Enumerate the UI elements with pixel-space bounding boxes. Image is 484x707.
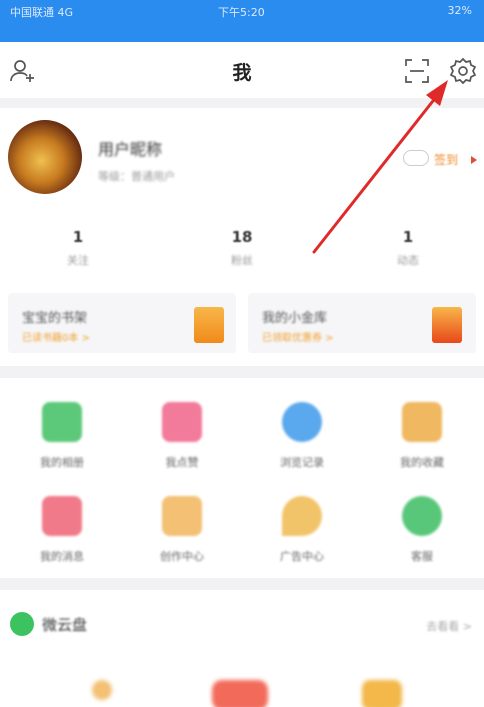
stat-label: 动态 <box>397 254 419 267</box>
clock-icon <box>282 402 322 442</box>
location-pin-icon <box>282 496 322 536</box>
book-icon <box>194 307 224 343</box>
peek-item-icon[interactable] <box>212 680 268 707</box>
gear-icon[interactable] <box>448 56 478 86</box>
grid-label: 创作中心 <box>160 550 204 563</box>
user-level: 等级：普通用户 <box>98 170 175 183</box>
section-title: 微云盘 <box>42 616 88 634</box>
scan-icon[interactable] <box>402 56 432 86</box>
grid-label: 浏览记录 <box>280 456 324 469</box>
stat-label: 关注 <box>67 254 89 267</box>
bookshelf-banner[interactable]: 宝宝的书架 已读书籍0本 > <box>8 293 236 353</box>
banner-subtitle: 已领取优惠券 > <box>262 333 334 344</box>
profile-card: 用户昵称 等级：普通用户 签到 1 关注 18 粉丝 1 动态 宝宝的书架 已读… <box>0 108 484 366</box>
grid-label: 我点赞 <box>165 456 199 469</box>
grid-label: 我的收藏 <box>400 456 444 469</box>
headset-icon <box>402 496 442 536</box>
folder-icon <box>402 402 442 442</box>
grid-label: 我的相册 <box>40 456 84 469</box>
grid-label: 我的消息 <box>40 550 84 563</box>
banner-subtitle: 已读书籍0本 > <box>22 333 90 344</box>
stat-fans[interactable]: 18 粉丝 <box>182 228 302 268</box>
grid-label: 广告中心 <box>280 550 324 563</box>
stat-num: 1 <box>402 228 414 246</box>
banner-title: 我的小金库 <box>262 311 328 326</box>
status-carrier: 中国联通 4G <box>10 6 74 19</box>
wallet-banner[interactable]: 我的小金库 已领取优惠券 > <box>248 293 476 353</box>
grid-item-service[interactable]: 客服 <box>362 488 482 578</box>
grid-item-messages[interactable]: 我的消息 <box>2 488 122 578</box>
grid-item-creator[interactable]: 创作中心 <box>122 488 242 578</box>
cloud-icon <box>10 612 34 636</box>
top-header: 我 <box>0 42 484 98</box>
status-battery: 32% <box>447 4 472 17</box>
stat-num: 18 <box>231 228 253 246</box>
stat-num: 1 <box>72 228 84 246</box>
vip-badge-icon[interactable] <box>403 150 429 166</box>
status-time: 下午5:20 <box>218 6 265 19</box>
creator-icon <box>162 496 202 536</box>
grid-label: 客服 <box>411 550 433 563</box>
checkin-arrow-icon <box>471 156 477 164</box>
feature-grid: 我的相册 我点赞 浏览记录 我的收藏 我的消息 创作中心 广告中心 客服 <box>0 378 484 578</box>
avatar[interactable] <box>8 120 82 194</box>
grid-item-album[interactable]: 我的相册 <box>2 394 122 484</box>
peek-item-icon[interactable] <box>362 680 402 707</box>
peek-item-icon[interactable] <box>92 680 112 700</box>
grid-item-history[interactable]: 浏览记录 <box>242 394 362 484</box>
grid-item-ads[interactable]: 广告中心 <box>242 488 362 578</box>
grid-item-favorites[interactable]: 我的收藏 <box>362 394 482 484</box>
grid-item-likes[interactable]: 我点赞 <box>122 394 242 484</box>
coin-book-icon <box>432 307 462 343</box>
username[interactable]: 用户昵称 <box>98 136 162 160</box>
stat-following[interactable]: 1 关注 <box>18 228 138 268</box>
thumbs-up-icon <box>162 402 202 442</box>
stat-posts[interactable]: 1 动态 <box>348 228 468 268</box>
message-icon <box>42 496 82 536</box>
status-bar: 中国联通 4G 下午5:20 32% <box>0 0 484 42</box>
section-more-link[interactable]: 去看看 > <box>426 618 472 634</box>
banner-title: 宝宝的书架 <box>22 311 88 326</box>
album-icon <box>42 402 82 442</box>
checkin-button[interactable]: 签到 <box>434 151 458 168</box>
cloud-section: 微云盘 去看看 > <box>0 590 484 707</box>
stat-label: 粉丝 <box>231 254 253 267</box>
